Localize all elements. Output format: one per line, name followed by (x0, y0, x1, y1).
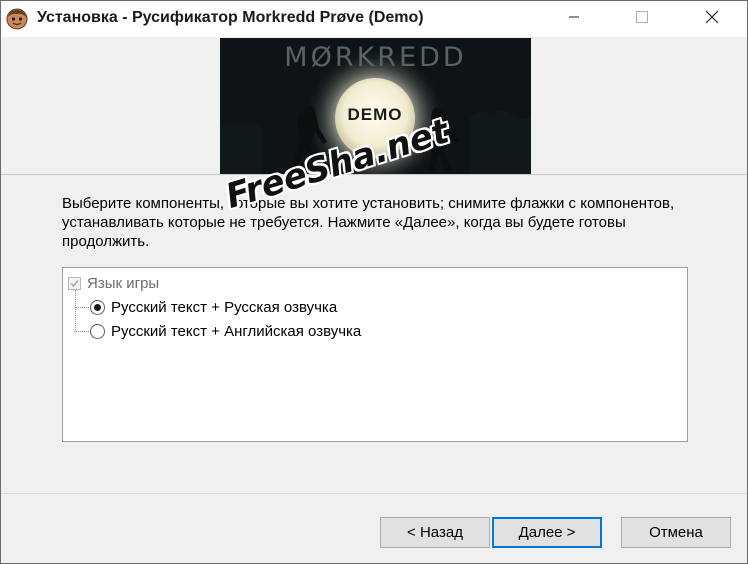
footer-divider (1, 493, 747, 494)
component-group-label: Язык игры (87, 274, 160, 292)
tree-connector (75, 307, 89, 308)
component-option-en-voice[interactable]: Русский текст + Английская озвучка (90, 320, 361, 342)
close-button[interactable] (689, 1, 735, 37)
checkbox-icon[interactable] (68, 276, 81, 290)
radio-selected-icon[interactable] (90, 299, 105, 315)
component-option-label: Русский текст + Русская озвучка (111, 298, 338, 316)
cancel-button[interactable]: Отмена (621, 517, 731, 548)
installer-face-icon (6, 8, 28, 30)
game-logo-text: MØRKREDD (284, 42, 467, 73)
next-button[interactable]: Далее > (492, 517, 602, 548)
component-option-label: Русский текст + Английская озвучка (111, 322, 362, 340)
component-option-ru-voice[interactable]: Русский текст + Русская озвучка (90, 296, 337, 318)
minimize-button[interactable] (551, 1, 597, 37)
window-title: Установка - Русификатор Morkredd Prøve (… (37, 9, 424, 26)
radio-unselected-icon[interactable] (90, 323, 105, 339)
minimize-icon (568, 10, 580, 28)
title-bar: Установка - Русификатор Morkredd Prøve (… (1, 1, 747, 37)
tree-connector (75, 331, 89, 332)
close-icon (705, 10, 719, 29)
maximize-button[interactable] (619, 1, 665, 37)
component-group-game-language[interactable]: Язык игры (68, 272, 159, 294)
back-button[interactable]: < Назад (380, 517, 490, 548)
components-list: Язык игры Русский текст + Русская озвучк… (62, 267, 688, 442)
tree-connector (75, 290, 76, 332)
installer-window: Установка - Русификатор Morkredd Prøve (… (0, 0, 748, 564)
instructions-text: Выберите компоненты, которые вы хотите у… (62, 195, 675, 250)
maximize-icon (636, 10, 648, 28)
